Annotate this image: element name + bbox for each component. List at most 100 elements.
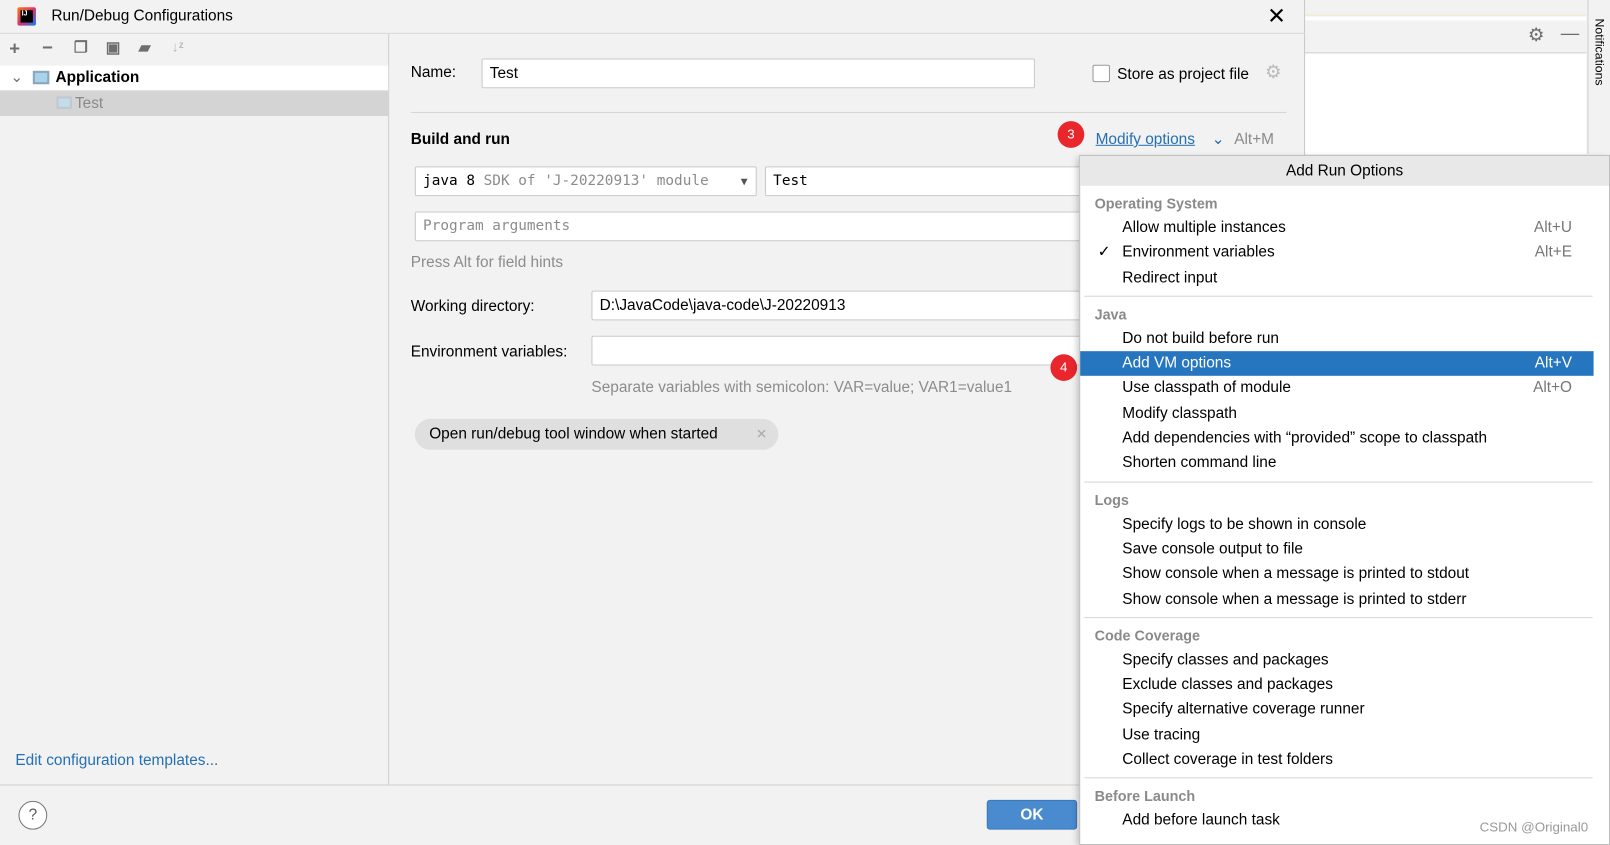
- menu-section-header: Code Coverage: [1094, 627, 1201, 644]
- save-icon[interactable]: ▣: [106, 38, 121, 56]
- menu-item[interactable]: Save console output to file: [1080, 537, 1609, 562]
- store-label[interactable]: Store as project file: [1117, 66, 1249, 83]
- chevron-down-icon[interactable]: ⌄: [1212, 129, 1225, 147]
- menu-item[interactable]: Specify logs to be shown in console: [1080, 512, 1609, 537]
- window-title: Run/Debug Configurations: [51, 7, 233, 25]
- menu-item-label: Use classpath of module: [1122, 379, 1291, 397]
- env-input[interactable]: [591, 335, 1095, 366]
- config-tree-panel: + − ❐ ▣ ▰ ↓ᶻ ⌄ Application Test Edit con…: [0, 33, 390, 785]
- env-label: Environment variables:: [410, 342, 568, 361]
- tree-item-label: Test: [74, 94, 104, 112]
- menu-item[interactable]: Modify classpath: [1080, 401, 1609, 426]
- annotation-badge-3: 3: [1057, 121, 1085, 148]
- menu-item-shortcut: Alt+O: [1533, 379, 1573, 397]
- menu-item-label: Exclude classes and packages: [1122, 675, 1333, 694]
- jdk-subtitle: SDK of 'J-20220913' module: [483, 172, 709, 189]
- watermark: CSDN @Original0: [1479, 819, 1589, 835]
- modify-shortcut: Alt+M: [1234, 130, 1275, 148]
- check-icon: ✓: [1097, 243, 1111, 262]
- menu-item[interactable]: Specify alternative coverage runner: [1080, 698, 1609, 723]
- menu-item-label: Specify logs to be shown in console: [1122, 515, 1367, 533]
- ide-background: ⚙ —: [1304, 0, 1587, 155]
- workdir-input[interactable]: D:\JavaCode\java-code\J-20220913: [591, 290, 1095, 321]
- menu-item-label: Save console output to file: [1122, 540, 1303, 558]
- menu-item-label: Show console when a message is printed t…: [1122, 565, 1470, 583]
- menu-item-label: Specify classes and packages: [1122, 650, 1329, 669]
- tree-group-application[interactable]: ⌄ Application: [0, 65, 389, 91]
- plus-icon[interactable]: +: [9, 38, 20, 60]
- chevron-down-icon[interactable]: ⌄: [10, 68, 23, 86]
- menu-item-label: Environment variables: [1122, 243, 1275, 262]
- menu-item[interactable]: Add dependencies with “provided” scope t…: [1080, 426, 1609, 451]
- tool-window-chip[interactable]: Open run/debug tool window when started …: [414, 418, 779, 450]
- help-button[interactable]: ?: [18, 800, 48, 830]
- gear-icon[interactable]: ⚙: [1528, 25, 1545, 47]
- popup-title: Add Run Options: [1080, 156, 1609, 186]
- menu-separator: [1084, 481, 1593, 483]
- name-input[interactable]: Test: [481, 58, 1036, 89]
- menu-item-shortcut: Alt+V: [1534, 354, 1573, 372]
- main-class-input[interactable]: Test: [764, 166, 1094, 197]
- copy-icon[interactable]: ❐: [74, 38, 88, 56]
- program-arguments-input[interactable]: Program arguments: [414, 211, 1093, 242]
- menu-item-label: Show console when a message is printed t…: [1122, 589, 1467, 608]
- folder-add-icon[interactable]: ▰: [139, 38, 151, 56]
- menu-item[interactable]: Allow multiple instances Alt+U: [1080, 216, 1609, 241]
- env-hint: Separate variables with semicolon: VAR=v…: [591, 378, 1013, 397]
- menu-item[interactable]: Redirect input: [1080, 266, 1609, 291]
- run-debug-dialog: ⚙ — Notifications IJ Run/Debug Configura…: [0, 0, 1610, 845]
- menu-item[interactable]: Shorten command line: [1080, 451, 1609, 476]
- menu-item-label: Do not build before run: [1122, 329, 1279, 347]
- menu-item[interactable]: Exclude classes and packages: [1080, 673, 1609, 698]
- workdir-label: Working directory:: [410, 297, 535, 316]
- modify-options-link[interactable]: Modify options: [1096, 130, 1195, 147]
- tree-group-label: Application: [55, 68, 140, 87]
- menu-section-header: Logs: [1094, 491, 1129, 508]
- menu-item-label: Specify alternative coverage runner: [1122, 700, 1365, 719]
- menu-separator: [1084, 295, 1593, 297]
- menu-item[interactable]: Use classpath of module Alt+O: [1080, 376, 1609, 401]
- close-icon[interactable]: ✕: [756, 419, 767, 450]
- menu-item-label: Redirect input: [1122, 268, 1218, 287]
- ok-button[interactable]: OK: [986, 799, 1078, 830]
- menu-item[interactable]: Specify classes and packages: [1080, 648, 1609, 673]
- annotation-badge-4: 4: [1050, 354, 1078, 381]
- minimize-icon[interactable]: —: [1561, 23, 1579, 45]
- menu-item-label: Use tracing: [1122, 725, 1201, 744]
- menu-item-label: Add dependencies with “provided” scope t…: [1122, 429, 1488, 447]
- dropdown-arrow-icon[interactable]: ▼: [741, 167, 748, 195]
- menu-item[interactable]: Show console when a message is printed t…: [1080, 587, 1609, 612]
- jdk-select[interactable]: java 8 SDK of 'J-20220913' module ▼: [414, 166, 757, 197]
- application-icon: [32, 70, 50, 85]
- menu-item[interactable]: ✓ Environment variables Alt+E: [1080, 241, 1609, 266]
- tree-item-test[interactable]: Test: [0, 90, 389, 117]
- menu-separator: [1084, 616, 1593, 618]
- menu-item-shortcut: Alt+E: [1534, 243, 1573, 262]
- edit-templates-link[interactable]: Edit configuration templates...: [15, 752, 218, 769]
- menu-item[interactable]: Add VM options Alt+V: [1080, 351, 1594, 377]
- menu-item-label: Collect coverage in test folders: [1122, 750, 1333, 769]
- menu-item-label: Shorten command line: [1122, 454, 1277, 472]
- menu-item[interactable]: Show console when a message is printed t…: [1080, 562, 1609, 587]
- name-label: Name:: [410, 63, 457, 82]
- minus-icon[interactable]: −: [42, 37, 53, 59]
- menu-item-label: Modify classpath: [1122, 404, 1238, 422]
- menu-item[interactable]: Do not build before run: [1080, 326, 1609, 351]
- sort-icon[interactable]: ↓ᶻ: [171, 38, 183, 54]
- menu-section-header: Before Launch: [1094, 787, 1196, 805]
- divider: [410, 111, 1287, 113]
- add-run-options-popup: Add Run Options Operating System Allow mu…: [1079, 155, 1610, 845]
- menu-item-label: Allow multiple instances: [1122, 218, 1286, 237]
- menu-section-header: Operating System: [1094, 195, 1218, 212]
- menu-item[interactable]: Use tracing: [1080, 723, 1609, 748]
- notifications-strip[interactable]: Notifications: [1587, 0, 1610, 155]
- notifications-label[interactable]: Notifications: [1593, 18, 1607, 85]
- chip-label: Open run/debug tool window when started: [429, 425, 718, 443]
- menu-item[interactable]: Collect coverage in test folders: [1080, 748, 1609, 773]
- store-checkbox[interactable]: [1092, 64, 1110, 83]
- close-icon[interactable]: ✕: [1267, 3, 1286, 30]
- menu-item-label: Add before launch task: [1122, 811, 1280, 829]
- section-title: Build and run: [410, 130, 510, 148]
- gear-icon[interactable]: ⚙: [1265, 62, 1282, 84]
- title-bar: IJ Run/Debug Configurations ✕: [0, 0, 1306, 34]
